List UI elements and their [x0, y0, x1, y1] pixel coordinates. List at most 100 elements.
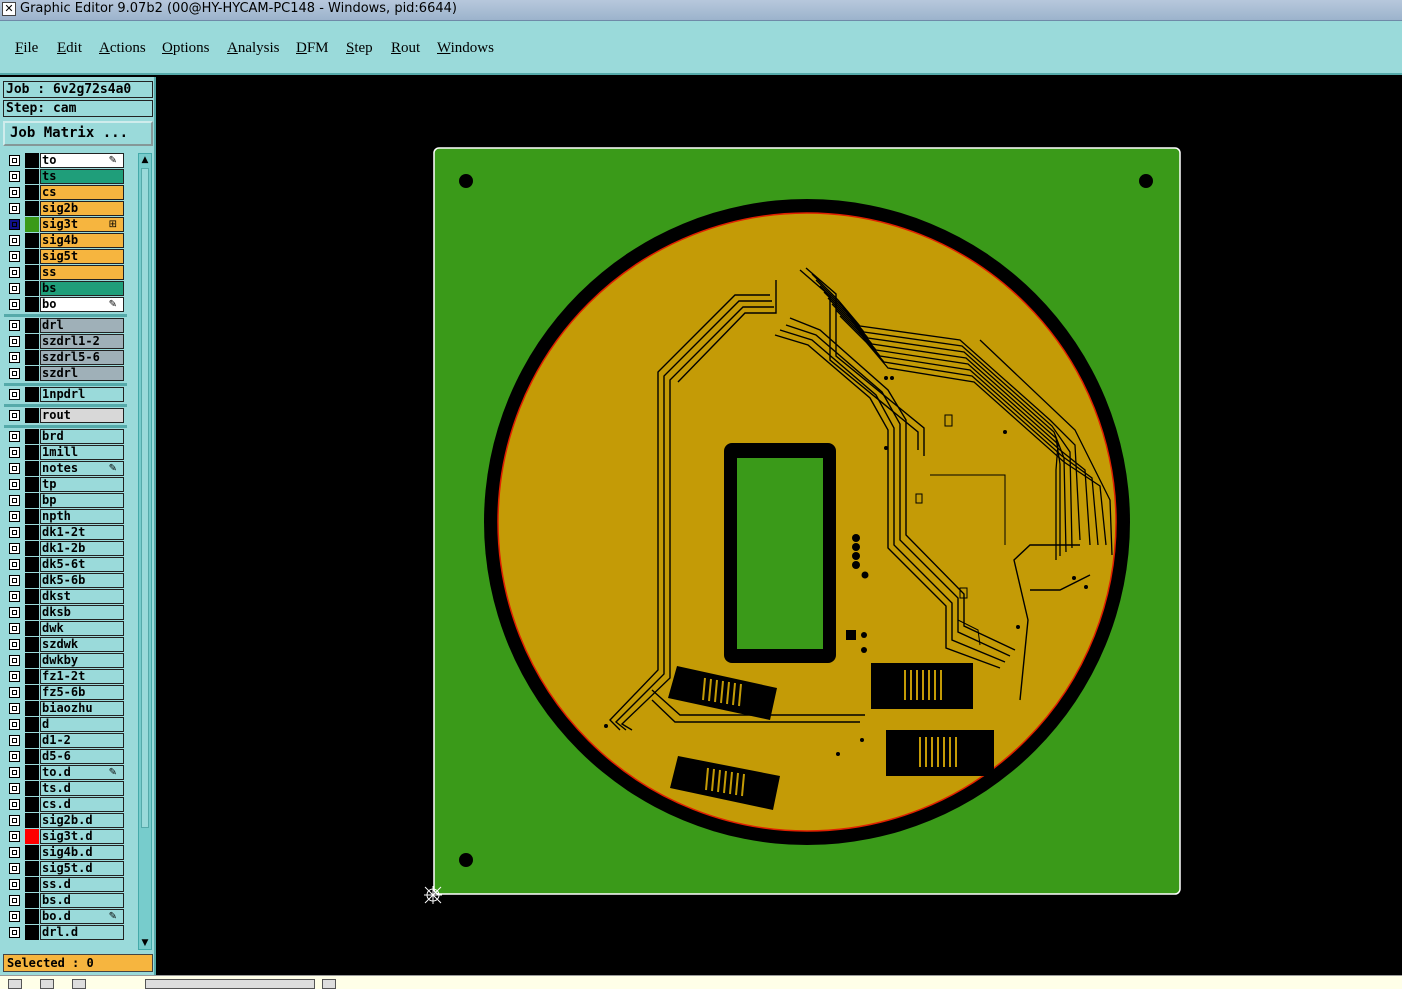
layer-checkbox[interactable]: [9, 895, 20, 906]
layer-affected-swatch[interactable]: [25, 297, 39, 312]
layer-affected-swatch[interactable]: [25, 525, 39, 540]
layer-affected-swatch[interactable]: [25, 685, 39, 700]
layer-affected-swatch[interactable]: [25, 797, 39, 812]
layer-checkbox[interactable]: [9, 703, 20, 714]
layer-row-d5-6[interactable]: d5-6: [4, 749, 127, 764]
layer-name[interactable]: dk1-2b: [40, 541, 124, 556]
layer-affected-swatch[interactable]: [25, 387, 39, 402]
layer-affected-swatch[interactable]: [25, 509, 39, 524]
layer-affected-swatch[interactable]: [25, 217, 39, 232]
layer-name[interactable]: sig4b: [40, 233, 124, 248]
layer-checkbox[interactable]: [9, 767, 20, 778]
layer-affected-swatch[interactable]: [25, 829, 39, 844]
layer-row-to[interactable]: to ✎: [4, 153, 127, 168]
layer-affected-swatch[interactable]: [25, 589, 39, 604]
layer-checkbox[interactable]: [9, 479, 20, 490]
menu-actions[interactable]: Actions: [99, 40, 146, 57]
layer-row-sig2b[interactable]: sig2b: [4, 201, 127, 216]
layer-name[interactable]: 1mill: [40, 445, 124, 460]
menu-file[interactable]: File: [15, 40, 38, 57]
layer-row-fz1-2t[interactable]: fz1-2t: [4, 669, 127, 684]
layer-checkbox[interactable]: [9, 655, 20, 666]
layer-affected-swatch[interactable]: [25, 733, 39, 748]
menu-analysis[interactable]: Analysis: [227, 40, 280, 57]
layer-name[interactable]: dksb: [40, 605, 124, 620]
layer-affected-swatch[interactable]: [25, 909, 39, 924]
layer-checkbox[interactable]: [9, 927, 20, 938]
layer-row-szdrl1-2[interactable]: szdrl1-2: [4, 334, 127, 349]
layer-affected-swatch[interactable]: [25, 653, 39, 668]
layer-checkbox[interactable]: [9, 543, 20, 554]
layer-affected-swatch[interactable]: [25, 877, 39, 892]
layer-name[interactable]: sig2b: [40, 201, 124, 216]
layer-checkbox[interactable]: [9, 235, 20, 246]
layer-row-dk1-2t[interactable]: dk1-2t: [4, 525, 127, 540]
layer-checkbox[interactable]: [9, 559, 20, 570]
layer-checkbox[interactable]: [9, 687, 20, 698]
layer-checkbox[interactable]: [9, 267, 20, 278]
layer-affected-swatch[interactable]: [25, 350, 39, 365]
layer-row-sig5t[interactable]: sig5t: [4, 249, 127, 264]
layer-affected-swatch[interactable]: [25, 541, 39, 556]
layer-row-bp[interactable]: bp: [4, 493, 127, 508]
layer-name[interactable]: drl: [40, 318, 124, 333]
layer-affected-swatch[interactable]: [25, 893, 39, 908]
layer-checkbox[interactable]: [9, 623, 20, 634]
layer-name[interactable]: szdwk: [40, 637, 124, 652]
layer-row-d1-2[interactable]: d1-2: [4, 733, 127, 748]
layer-name[interactable]: bs.d: [40, 893, 124, 908]
layer-name[interactable]: dwk: [40, 621, 124, 636]
layer-row-bo[interactable]: bo ✎: [4, 297, 127, 312]
layer-affected-swatch[interactable]: [25, 781, 39, 796]
layer-name[interactable]: sig3t ⊞: [40, 217, 124, 232]
layer-row-ts-d[interactable]: ts.d: [4, 781, 127, 796]
menu-step[interactable]: Step: [346, 40, 373, 57]
layer-name[interactable]: sig2b.d: [40, 813, 124, 828]
layer-name[interactable]: d: [40, 717, 124, 732]
layer-name[interactable]: d5-6: [40, 749, 124, 764]
layer-row-ss-d[interactable]: ss.d: [4, 877, 127, 892]
layer-affected-swatch[interactable]: [25, 765, 39, 780]
layer-checkbox[interactable]: [9, 719, 20, 730]
layer-name[interactable]: sig3t.d: [40, 829, 124, 844]
layer-row-dk5-6t[interactable]: dk5-6t: [4, 557, 127, 572]
layer-affected-swatch[interactable]: [25, 637, 39, 652]
layer-row-bo-d[interactable]: bo.d ✎: [4, 909, 127, 924]
layer-affected-swatch[interactable]: [25, 717, 39, 732]
layer-row-dwk[interactable]: dwk: [4, 621, 127, 636]
layer-row-d[interactable]: d: [4, 717, 127, 732]
layer-row-fz5-6b[interactable]: fz5-6b: [4, 685, 127, 700]
layer-name[interactable]: d1-2: [40, 733, 124, 748]
layer-row-1mill[interactable]: 1mill: [4, 445, 127, 460]
layer-name[interactable]: bo.d ✎: [40, 909, 124, 924]
layer-affected-swatch[interactable]: [25, 669, 39, 684]
layer-row-sig3t-d[interactable]: sig3t.d: [4, 829, 127, 844]
layer-affected-swatch[interactable]: [25, 334, 39, 349]
layer-affected-swatch[interactable]: [25, 265, 39, 280]
layer-checkbox[interactable]: [9, 320, 20, 331]
layer-row-ss[interactable]: ss: [4, 265, 127, 280]
layer-name[interactable]: dwkby: [40, 653, 124, 668]
layer-affected-swatch[interactable]: [25, 318, 39, 333]
layer-affected-swatch[interactable]: [25, 813, 39, 828]
layer-checkbox[interactable]: [9, 511, 20, 522]
layer-affected-swatch[interactable]: [25, 557, 39, 572]
scroll-thumb[interactable]: [141, 168, 149, 828]
layer-affected-swatch[interactable]: [25, 845, 39, 860]
layer-checkbox[interactable]: [9, 299, 20, 310]
layer-name[interactable]: ts: [40, 169, 124, 184]
layer-row-drl[interactable]: drl: [4, 318, 127, 333]
menu-rout[interactable]: Rout: [391, 40, 420, 57]
layer-row-1npdrl[interactable]: 1npdrl: [4, 387, 127, 402]
layer-checkbox[interactable]: [9, 219, 20, 230]
layer-checkbox[interactable]: [9, 607, 20, 618]
layer-row-ts[interactable]: ts: [4, 169, 127, 184]
layer-checkbox[interactable]: [9, 527, 20, 538]
layer-row-tp[interactable]: tp: [4, 477, 127, 492]
layer-name[interactable]: szdrl: [40, 366, 124, 381]
layer-row-brd[interactable]: brd: [4, 429, 127, 444]
layer-name[interactable]: tp: [40, 477, 124, 492]
pcb-view[interactable]: [157, 78, 1402, 975]
layer-name[interactable]: ss.d: [40, 877, 124, 892]
layer-name[interactable]: ts.d: [40, 781, 124, 796]
